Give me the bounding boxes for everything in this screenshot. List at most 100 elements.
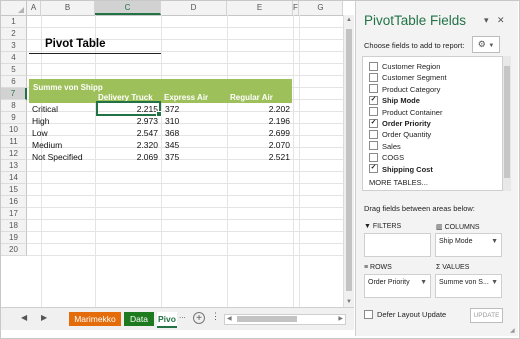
chevron-down-icon[interactable]: ▼ [420, 279, 427, 286]
pivot-value-cell[interactable]: 310 [165, 115, 227, 127]
row-header[interactable]: 20 [1, 244, 27, 256]
tab-scroll-right-icon[interactable]: ▶ [41, 313, 47, 322]
vertical-scrollbar[interactable]: ▲ ▼ [343, 15, 354, 307]
row-header[interactable]: 7 [1, 88, 27, 100]
pivot-value-cell[interactable]: 2.521 [228, 151, 290, 163]
column-header-e[interactable]: E [227, 1, 293, 15]
pivot-column-header[interactable]: Express Air [164, 93, 208, 102]
field-item[interactable]: Sales [369, 141, 401, 153]
field-item[interactable]: ✓ Order Priority [369, 118, 431, 130]
column-header-g[interactable]: G [299, 1, 343, 15]
row-header[interactable]: 19 [1, 232, 27, 244]
row-header[interactable]: 1 [1, 16, 27, 28]
column-header-d[interactable]: D [161, 1, 227, 15]
row-header[interactable]: 12 [1, 148, 27, 160]
defer-layout-update[interactable]: Defer Layout Update [364, 309, 446, 320]
field-item[interactable]: COGS [369, 152, 404, 164]
sheet-tab-data[interactable]: Data [124, 312, 154, 326]
pivot-value-cell[interactable]: 2.070 [228, 139, 290, 151]
row-header[interactable]: 4 [1, 52, 27, 64]
rows-drop-area[interactable]: Order Priority ▼ [364, 274, 431, 298]
field-checkbox[interactable] [369, 107, 378, 117]
field-checkbox[interactable] [369, 61, 378, 71]
pivot-value-cell[interactable]: 2.202 [228, 103, 290, 115]
field-checkbox[interactable] [369, 72, 378, 82]
pivot-value-cell[interactable]: 2.320 [96, 139, 158, 151]
columns-field-pill[interactable]: Ship Mode [439, 238, 472, 245]
chevron-down-icon[interactable]: ▼ [491, 279, 498, 286]
active-cell-selection[interactable] [96, 101, 162, 117]
scroll-up-icon[interactable]: ▲ [346, 17, 352, 23]
column-header-c[interactable]: C [95, 1, 161, 15]
pane-options-icon[interactable]: ▾ [484, 15, 489, 26]
row-header[interactable]: 6 [1, 76, 27, 88]
select-all-corner[interactable] [1, 1, 27, 15]
pivot-value-header[interactable]: Summe von Shipp [33, 83, 103, 92]
pivot-value-cell[interactable]: 375 [165, 151, 227, 163]
pivot-value-cell[interactable]: 368 [165, 127, 227, 139]
row-header[interactable]: 18 [1, 220, 27, 232]
column-header-b[interactable]: B [41, 1, 95, 15]
scroll-down-icon[interactable]: ▼ [346, 299, 352, 305]
pivot-row-label[interactable]: High [32, 115, 94, 127]
row-header[interactable]: 13 [1, 160, 27, 172]
worksheet-grid[interactable]: A B C D E F G 1 2 3 4 5 6 7 8 9 10 11 12 13 14 15 16 17 1… [1, 1, 343, 307]
field-checkbox[interactable] [369, 84, 378, 94]
field-checkbox[interactable]: ✓ [369, 118, 378, 128]
field-item[interactable]: Product Container [369, 107, 442, 119]
row-header[interactable]: 15 [1, 184, 27, 196]
sheet-tab-marimekko[interactable]: Marimekko [69, 312, 121, 326]
update-button[interactable]: UPDATE [470, 308, 503, 323]
columns-drop-area[interactable]: Ship Mode ▼ [435, 233, 502, 257]
field-list-scroll-thumb[interactable] [504, 66, 510, 178]
more-tables-link[interactable]: MORE TABLES... [369, 178, 428, 187]
defer-checkbox[interactable] [364, 309, 373, 319]
values-field-pill[interactable]: Summe von S... [439, 279, 489, 286]
row-header[interactable]: 9 [1, 112, 27, 124]
field-item[interactable]: Customer Segment [369, 72, 447, 84]
pivot-value-cell[interactable]: 345 [165, 139, 227, 151]
layout-settings-button[interactable]: ⚙ ▼ [472, 36, 500, 53]
field-item[interactable]: ✓ Ship Mode [369, 95, 420, 107]
pivot-column-header[interactable]: Regular Air [230, 93, 273, 102]
row-header[interactable]: 8 [1, 100, 27, 112]
filters-drop-area[interactable] [364, 233, 431, 257]
column-header-a[interactable]: A [27, 1, 41, 15]
scroll-thumb[interactable] [346, 29, 352, 291]
pivot-value-cell[interactable]: 2.547 [96, 127, 158, 139]
field-item[interactable]: Order Quantity [369, 129, 431, 141]
pivot-row-label[interactable]: Critical [32, 103, 94, 115]
field-checkbox[interactable] [369, 141, 378, 151]
pivot-value-cell[interactable]: 2.069 [96, 151, 158, 163]
values-drop-area[interactable]: Summe von S... ▼ [435, 274, 502, 298]
row-header[interactable]: 16 [1, 196, 27, 208]
resize-grip-icon[interactable]: ◢ [510, 327, 515, 334]
pivot-row-label[interactable]: Not Specified [32, 151, 94, 163]
field-list-scrollbar[interactable] [503, 56, 511, 191]
rows-field-pill[interactable]: Order Priority [368, 279, 410, 286]
chevron-down-icon[interactable]: ▼ [491, 238, 498, 245]
hscroll-left-icon[interactable]: ◀ [227, 315, 232, 322]
row-header[interactable]: 17 [1, 208, 27, 220]
sheet-tab-pivot[interactable]: Pivo [157, 312, 177, 328]
field-checkbox[interactable] [369, 129, 378, 139]
row-header[interactable]: 10 [1, 124, 27, 136]
more-tabs[interactable]: ... [179, 311, 186, 320]
pivot-row-label[interactable]: Low [32, 127, 94, 139]
row-header[interactable]: 3 [1, 40, 27, 52]
pivot-value-cell[interactable]: 2.699 [228, 127, 290, 139]
row-header[interactable]: 2 [1, 28, 27, 40]
field-checkbox[interactable]: ✓ [369, 95, 378, 105]
close-icon[interactable]: ✕ [497, 15, 505, 26]
add-sheet-icon[interactable]: + [193, 312, 205, 324]
pivot-row-label[interactable]: Medium [32, 139, 94, 151]
field-item[interactable]: Product Category [369, 84, 440, 96]
pivot-value-cell[interactable]: 2.196 [228, 115, 290, 127]
field-checkbox[interactable] [369, 152, 378, 162]
pivot-value-cell[interactable]: 372 [165, 103, 227, 115]
hscroll-right-icon[interactable]: ▶ [338, 315, 343, 322]
row-header[interactable]: 5 [1, 64, 27, 76]
tab-split-handle-icon[interactable]: ⋮ [211, 311, 220, 322]
pivot-value-cell[interactable]: 2.973 [96, 115, 158, 127]
field-item[interactable]: Customer Region [369, 61, 440, 73]
